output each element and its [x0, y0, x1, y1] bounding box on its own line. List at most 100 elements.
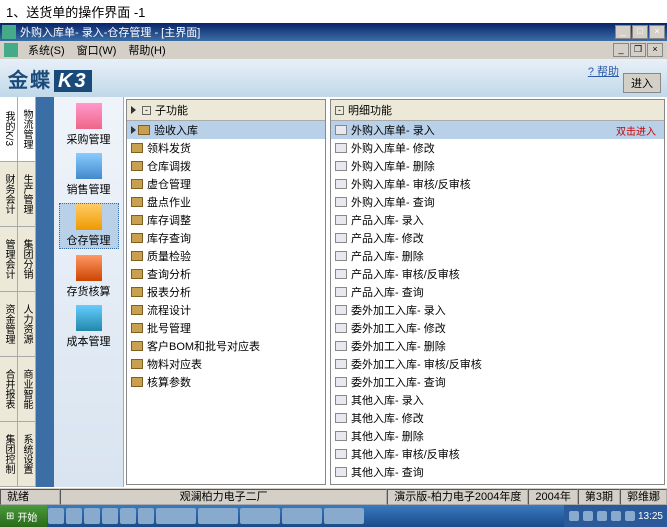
vtab-left-3[interactable]: 资金管理: [0, 292, 17, 357]
vtab-left-4[interactable]: 合并报表: [0, 357, 17, 422]
sub-item[interactable]: 库存查询: [127, 229, 325, 247]
collapse-minus-icon[interactable]: -: [142, 106, 151, 115]
taskbar-app[interactable]: [324, 508, 364, 524]
sub-item[interactable]: 仓库调拨: [127, 157, 325, 175]
detail-item[interactable]: 产品入库- 删除: [331, 247, 664, 265]
detail-item[interactable]: 外购入库单- 录入双击进入: [331, 121, 664, 139]
vtab-right-4[interactable]: 商业智能: [18, 357, 35, 422]
detail-item[interactable]: 外购入库单- 删除: [331, 157, 664, 175]
detail-item[interactable]: 外购入库单- 审核/反审核: [331, 175, 664, 193]
sub-item-label: 批号管理: [147, 320, 191, 336]
taskbar-app[interactable]: [198, 508, 238, 524]
detail-item-label: 产品入库- 审核/反审核: [351, 266, 460, 282]
child-restore-button[interactable]: ❐: [630, 43, 646, 57]
menu-window[interactable]: 窗口(W): [71, 42, 123, 58]
sub-item[interactable]: 报表分析: [127, 283, 325, 301]
folder-icon: [131, 287, 143, 297]
detail-item[interactable]: 其他入库- 修改: [331, 409, 664, 427]
maximize-button[interactable]: □: [632, 25, 648, 39]
tray-icon[interactable]: [611, 511, 621, 521]
document-title: 1、送货单的操作界面 -1: [0, 0, 667, 23]
quicklaunch-icon[interactable]: [138, 508, 154, 524]
detail-item[interactable]: 产品入库- 查询: [331, 283, 664, 301]
vtab-right-2[interactable]: 集团分销: [18, 227, 35, 292]
vtab-right-0[interactable]: 物流管理: [18, 97, 35, 162]
sub-item[interactable]: 查询分析: [127, 265, 325, 283]
detail-item[interactable]: 委外加工入库- 录入: [331, 301, 664, 319]
tray-icon[interactable]: [625, 511, 635, 521]
enter-button[interactable]: 进入: [623, 73, 661, 93]
module-item-1[interactable]: 销售管理: [59, 153, 119, 197]
detail-item[interactable]: 外购入库单- 查询: [331, 193, 664, 211]
quicklaunch-icon[interactable]: [84, 508, 100, 524]
detail-item-label: 委外加工入库- 审核/反审核: [351, 356, 482, 372]
module-item-2[interactable]: 仓存管理: [59, 203, 119, 249]
sub-item[interactable]: 批号管理: [127, 319, 325, 337]
tray-icon[interactable]: [597, 511, 607, 521]
menu-help[interactable]: 帮助(H): [122, 42, 171, 58]
vtab-left-1[interactable]: 财务会计: [0, 162, 17, 227]
sub-function-list[interactable]: 验收入库领料发货仓库调拨虚仓管理盘点作业库存调整库存查询质量检验查询分析报表分析…: [127, 121, 325, 484]
detail-item[interactable]: 外购入库单- 修改: [331, 139, 664, 157]
vtab-right-3[interactable]: 人力资源: [18, 292, 35, 357]
sub-item[interactable]: 验收入库: [127, 121, 325, 139]
detail-item[interactable]: 其他入库- 删除: [331, 427, 664, 445]
detail-item[interactable]: 产品入库- 审核/反审核: [331, 265, 664, 283]
sub-item-label: 领料发货: [147, 140, 191, 156]
sub-item[interactable]: 核算参数: [127, 373, 325, 391]
sub-item[interactable]: 流程设计: [127, 301, 325, 319]
child-minimize-button[interactable]: _: [613, 43, 629, 57]
taskbar-app[interactable]: [156, 508, 196, 524]
child-close-button[interactable]: ×: [647, 43, 663, 57]
vertical-tabs-right: 物流管理生产管理集团分销人力资源商业智能系统设置: [18, 97, 36, 487]
help-link[interactable]: ? 帮助: [588, 63, 619, 79]
quicklaunch-icon[interactable]: [48, 508, 64, 524]
document-icon: [335, 359, 347, 369]
module-item-4[interactable]: 成本管理: [59, 305, 119, 349]
detail-item[interactable]: 委外加工入库- 审核/反审核: [331, 355, 664, 373]
detail-item[interactable]: 其他入库- 审核/反审核: [331, 445, 664, 463]
taskbar-app[interactable]: [240, 508, 280, 524]
vtab-right-1[interactable]: 生产管理: [18, 162, 35, 227]
detail-item[interactable]: 委外加工入库- 查询: [331, 373, 664, 391]
detail-item-label: 其他入库- 审核/反审核: [351, 446, 460, 462]
vtab-left-2[interactable]: 管理会计: [0, 227, 17, 292]
quicklaunch-icon[interactable]: [66, 508, 82, 524]
menu-system[interactable]: 系统(S): [22, 42, 71, 58]
vtab-left-0[interactable]: 我的K/3: [0, 97, 17, 162]
detail-item-label: 外购入库单- 删除: [351, 158, 435, 174]
quicklaunch-icon[interactable]: [120, 508, 136, 524]
detail-item[interactable]: 委外加工入库- 删除: [331, 337, 664, 355]
sub-item[interactable]: 领料发货: [127, 139, 325, 157]
module-label: 销售管理: [67, 181, 111, 197]
detail-item[interactable]: 产品入库- 修改: [331, 229, 664, 247]
folder-icon: [131, 251, 143, 261]
tray-icon[interactable]: [583, 511, 593, 521]
taskbar-app[interactable]: [282, 508, 322, 524]
sub-item-label: 客户BOM和批号对应表: [147, 338, 260, 354]
sub-item[interactable]: 客户BOM和批号对应表: [127, 337, 325, 355]
detail-item[interactable]: 委外加工入库- 修改: [331, 319, 664, 337]
detail-collapse-icon[interactable]: -: [335, 106, 344, 115]
sub-item[interactable]: 盘点作业: [127, 193, 325, 211]
detail-item[interactable]: 产品入库- 录入: [331, 211, 664, 229]
detail-function-list[interactable]: 外购入库单- 录入双击进入外购入库单- 修改外购入库单- 删除外购入库单- 审核…: [331, 121, 664, 484]
sub-item[interactable]: 虚仓管理: [127, 175, 325, 193]
vtab-left-5[interactable]: 集团控制: [0, 422, 17, 487]
detail-item[interactable]: 其他入库- 录入: [331, 391, 664, 409]
collapse-arrow-icon[interactable]: [131, 106, 136, 114]
sub-item[interactable]: 库存调整: [127, 211, 325, 229]
sub-item[interactable]: 物料对应表: [127, 355, 325, 373]
detail-item[interactable]: 其他入库- 查询: [331, 463, 664, 481]
detail-item[interactable]: 验收入库- 录入: [331, 481, 664, 484]
quicklaunch-icon[interactable]: [102, 508, 118, 524]
tray-icon[interactable]: [569, 511, 579, 521]
sub-item[interactable]: 质量检验: [127, 247, 325, 265]
minimize-button[interactable]: _: [615, 25, 631, 39]
detail-item-label: 产品入库- 删除: [351, 248, 424, 264]
start-button[interactable]: ⊞ 开始: [0, 505, 47, 527]
vtab-right-5[interactable]: 系统设置: [18, 422, 35, 487]
module-item-0[interactable]: 采购管理: [59, 103, 119, 147]
close-button[interactable]: ×: [649, 25, 665, 39]
module-item-3[interactable]: 存货核算: [59, 255, 119, 299]
